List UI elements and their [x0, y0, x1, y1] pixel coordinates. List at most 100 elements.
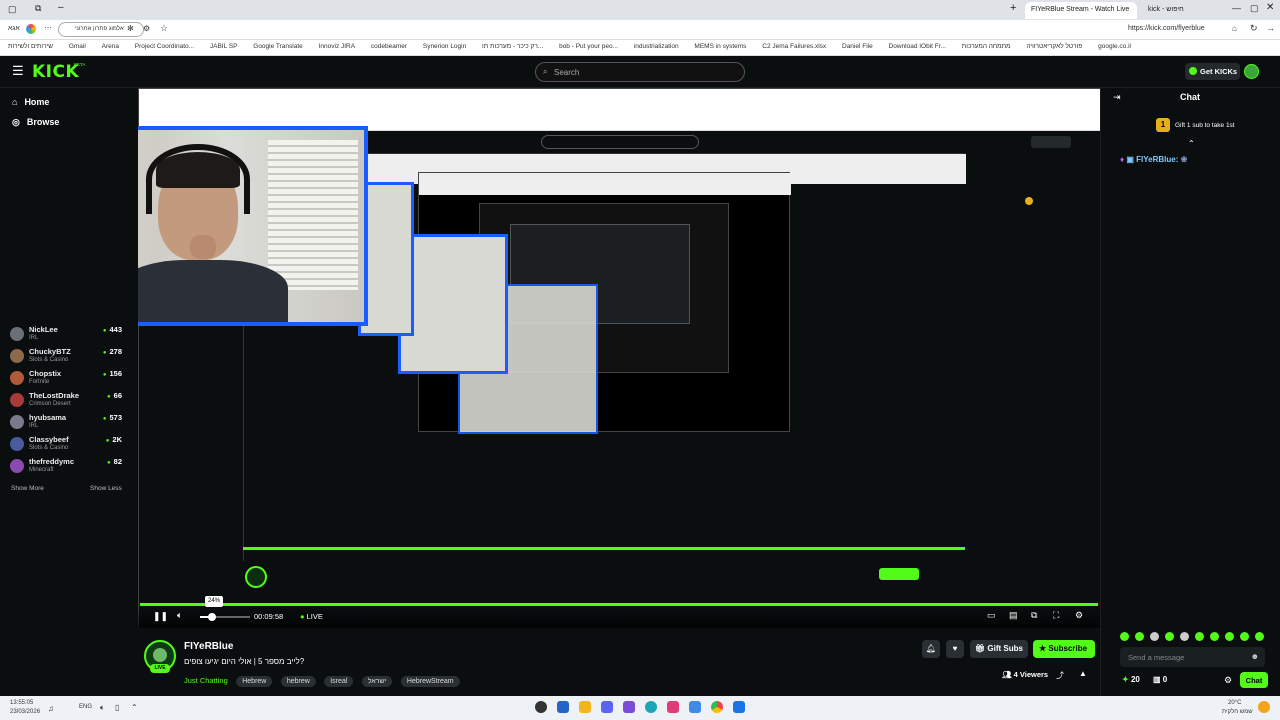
tab-search[interactable]: kick - חיפוש	[1142, 2, 1222, 19]
sidebar-channel[interactable]: TheLostDrake Crimson Desert 66	[10, 391, 128, 413]
emote-icon[interactable]	[1195, 632, 1204, 641]
tag[interactable]: Isreal	[324, 676, 354, 687]
extensions-icon[interactable]: ✻	[127, 24, 134, 33]
tray-chevron-icon[interactable]: ⌃	[131, 703, 138, 712]
get-kicks-button[interactable]: Get KICKs	[1185, 63, 1240, 80]
obs-icon[interactable]	[535, 701, 547, 713]
back-icon[interactable]: →	[1266, 23, 1275, 33]
maximize-icon[interactable]: ▢	[1250, 3, 1259, 14]
bookmark-item[interactable]: Synerion Login	[423, 40, 466, 50]
theater-mode-icon[interactable]: ▭	[987, 610, 996, 621]
clip-icon[interactable]: ▤	[1009, 610, 1018, 621]
new-tab-button[interactable]: +	[1010, 2, 1016, 14]
volume-icon[interactable]: 🔈︎	[177, 610, 182, 621]
refresh-icon[interactable]: ↻	[1250, 23, 1258, 34]
emote-icon[interactable]	[1255, 632, 1264, 641]
avatar[interactable]	[1244, 64, 1259, 79]
gear-icon[interactable]: ⚙	[143, 24, 150, 33]
sidebar-channel[interactable]: thefreddymc Minecraft 82	[10, 457, 128, 479]
bookmark-item[interactable]: MEMS in systems	[694, 40, 746, 50]
url-text[interactable]: https://kick.com/flyerblue	[1128, 25, 1205, 32]
emote-icon[interactable]	[1210, 632, 1219, 641]
notification-icon[interactable]: ♫	[48, 704, 54, 713]
emoji-picker-icon[interactable]: ☻	[1251, 652, 1259, 661]
weather-sun-icon[interactable]	[1258, 701, 1270, 713]
bookmark-item[interactable]: רק כיכר - מערכות תו...	[482, 40, 543, 50]
emote-icon[interactable]	[1180, 632, 1189, 641]
sidebar-channel[interactable]: hyubsama IRL 573	[10, 413, 128, 435]
menu-icon[interactable]: ☰	[12, 63, 24, 79]
bookmark-item[interactable]: industrialization	[634, 40, 679, 50]
bookmark-item[interactable]: פורטל לאקריאטרוויה	[1026, 40, 1082, 50]
bookmark-item[interactable]: codebeamer	[371, 40, 407, 50]
emote-icon[interactable]	[1120, 632, 1129, 641]
video-player[interactable]	[138, 88, 1100, 628]
gear-icon[interactable]: ⚙	[1075, 610, 1083, 621]
bookmark-item[interactable]: JABIL SP	[210, 40, 238, 50]
follow-button[interactable]: ♥	[946, 640, 964, 658]
sidebar-channel[interactable]: NickLee IRL 443	[10, 325, 128, 347]
chat-username[interactable]: FIYeRBlue:	[1136, 155, 1178, 164]
discord-icon[interactable]	[601, 701, 613, 713]
kicks-balance[interactable]: ✦ 20	[1122, 675, 1140, 684]
volume-handle[interactable]	[208, 613, 216, 621]
home-icon[interactable]: ⌂	[1232, 24, 1237, 33]
edge-browser-icon[interactable]	[645, 701, 657, 713]
gear-icon[interactable]: ⚙	[1224, 675, 1232, 686]
tab-actions-icon[interactable]: ⧉	[35, 3, 41, 14]
tag[interactable]: HebrewStream	[400, 676, 460, 687]
share-icon[interactable]: ⤴	[1056, 670, 1064, 681]
app-icon[interactable]	[623, 701, 635, 713]
chat-input[interactable]: Send a message ☻	[1120, 647, 1265, 667]
send-chat-button[interactable]: Chat	[1240, 672, 1268, 688]
bookmark-item[interactable]: C2 Jema Failures.xlsx	[762, 40, 826, 50]
input-language[interactable]: ENG	[79, 704, 92, 710]
report-icon[interactable]: ▲	[1079, 669, 1087, 678]
battery-icon[interactable]: ▯	[115, 703, 119, 712]
minimize-icon[interactable]: —	[1232, 3, 1241, 13]
app-icon[interactable]	[667, 701, 679, 713]
bookmark-item[interactable]: Download IObit Fr...	[889, 40, 946, 50]
emote-icon[interactable]	[1150, 632, 1159, 641]
bookmark-item[interactable]: Gmail	[69, 40, 86, 50]
more-icon[interactable]: ⋯	[44, 23, 52, 32]
sidebar-channel[interactable]: Classybeef Slots & Casino 2K	[10, 435, 128, 457]
file-explorer-icon[interactable]	[579, 701, 591, 713]
bookmark-item[interactable]: google.co.il	[1098, 40, 1131, 50]
category-link[interactable]: Just Chatting	[184, 676, 228, 685]
tag[interactable]: ישראל	[361, 676, 393, 687]
miniplayer-icon[interactable]: ⧉	[1031, 610, 1037, 621]
kick-logo[interactable]: KICK	[32, 62, 79, 82]
drops-balance[interactable]: ▥ 0	[1153, 675, 1167, 684]
sidebar-item-home[interactable]: ⌂ Home	[12, 97, 49, 107]
notification-bell-button[interactable]: 🔔︎	[922, 640, 940, 658]
sidebar-channel[interactable]: Chopstix Fortnite 156	[10, 369, 128, 391]
tag[interactable]: hebrew	[280, 676, 316, 687]
volume-slider[interactable]	[200, 613, 250, 621]
bookmark-item[interactable]: Project Coordinato...	[135, 40, 194, 50]
subscribe-button[interactable]: ★ Subscribe	[1033, 640, 1095, 658]
emote-icon[interactable]	[1240, 632, 1249, 641]
sidebar-item-browse[interactable]: ◎ Browse	[12, 117, 59, 128]
window-menu-icon[interactable]: ▢	[8, 4, 17, 15]
close-icon[interactable]: ✕	[1266, 2, 1274, 13]
pinned-toggle-icon[interactable]: ⌃	[1188, 139, 1195, 148]
tab-stream[interactable]: FIYeRBlue Stream - Watch Live	[1025, 2, 1137, 19]
new-tab-icon[interactable]: –	[58, 2, 64, 13]
show-more-link[interactable]: Show More	[11, 485, 44, 492]
bookmark-item[interactable]: Innoviz JIRA	[319, 40, 356, 50]
pause-icon[interactable]: ❚❚	[153, 611, 168, 622]
app-icon[interactable]	[689, 701, 701, 713]
edge-icon[interactable]	[557, 701, 569, 713]
speaker-icon[interactable]: 🔈︎	[100, 703, 105, 713]
chrome-icon[interactable]	[711, 701, 723, 713]
copilot-icon[interactable]	[26, 24, 36, 34]
gift-subs-button[interactable]: 🎁︎ Gift Subs	[970, 640, 1028, 658]
emote-icon[interactable]	[1225, 632, 1234, 641]
sidebar-channel[interactable]: ChuckyBTZ Slots & Casino 278	[10, 347, 128, 369]
tag[interactable]: Hebrew	[236, 676, 273, 687]
bookmark-item[interactable]: Google Translate	[253, 40, 303, 50]
bookmark-item[interactable]: Arena	[102, 40, 119, 50]
bookmark-item[interactable]: bob - Put your peo...	[559, 40, 618, 50]
windows-start-icon[interactable]	[733, 701, 745, 713]
